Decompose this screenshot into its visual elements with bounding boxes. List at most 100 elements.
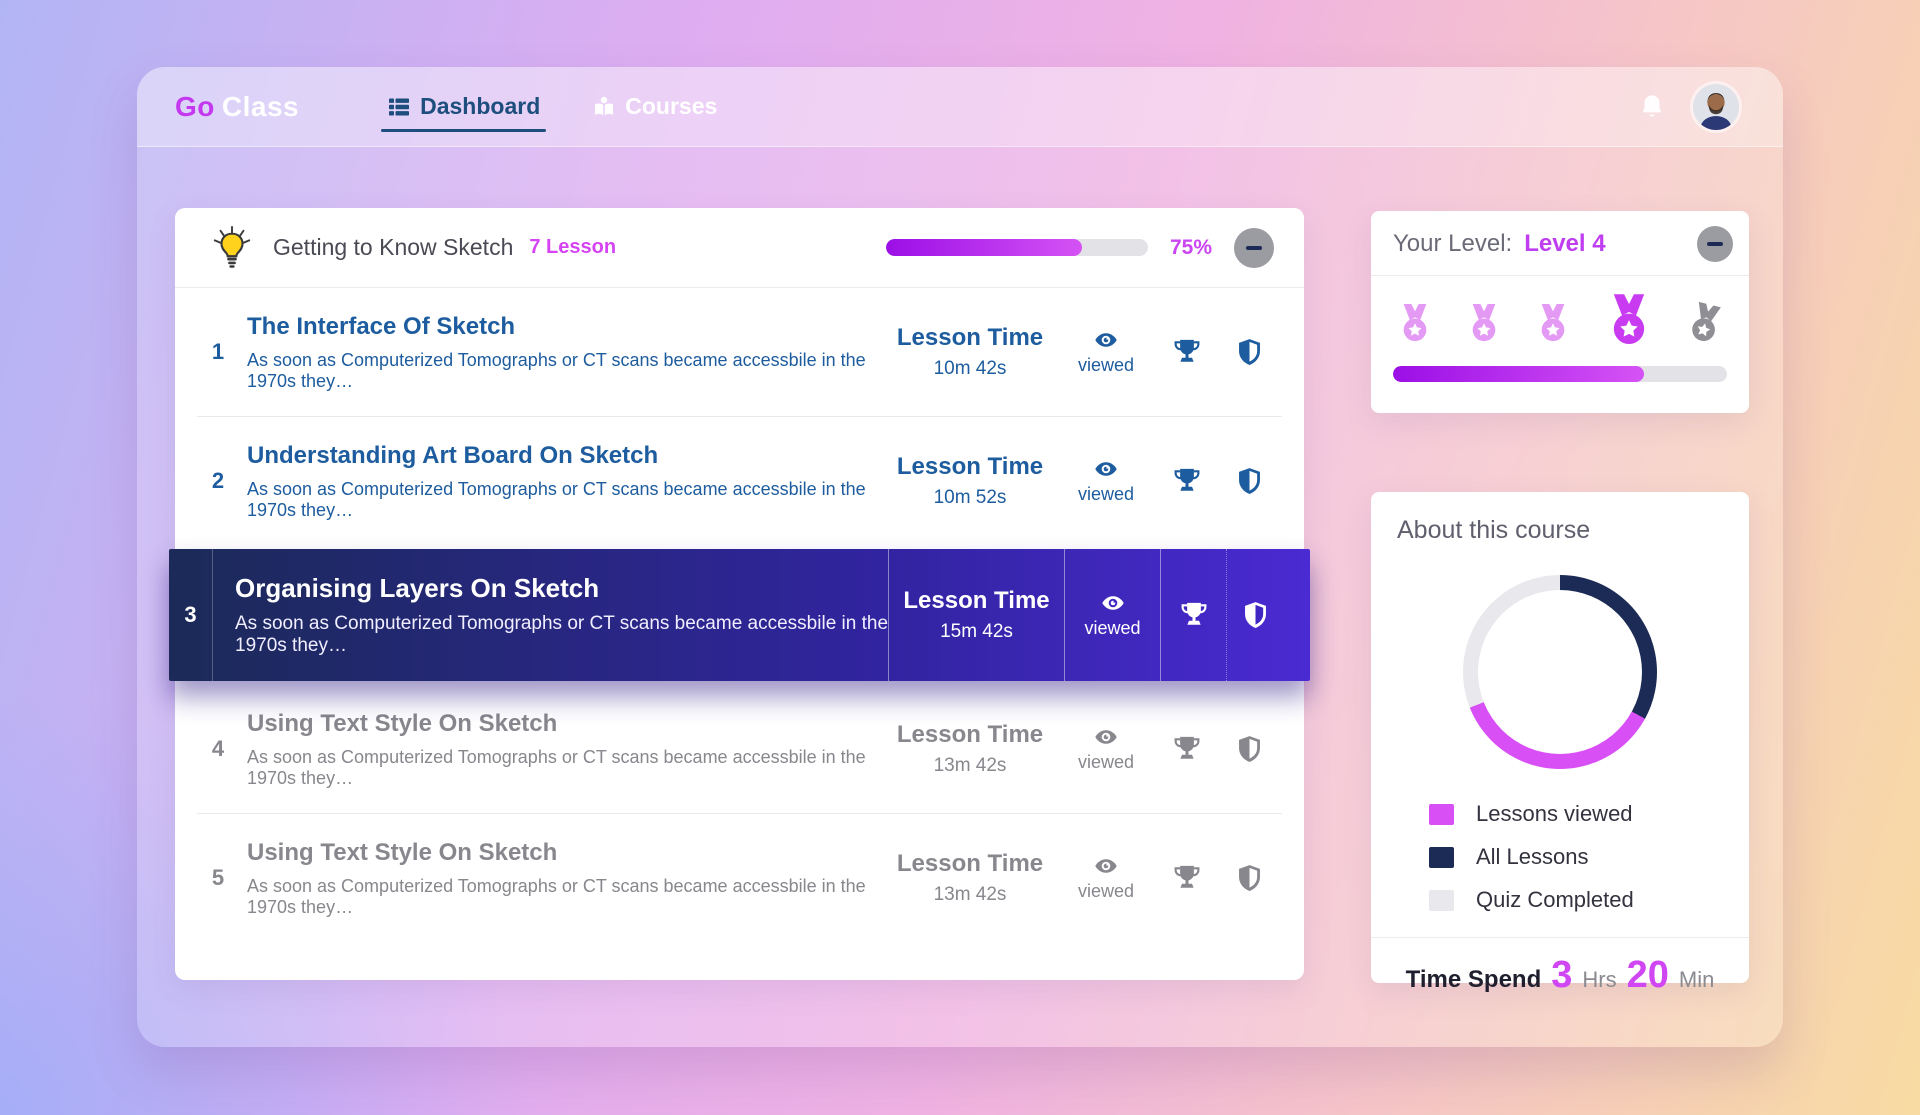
brand-logo[interactable]: Go Class: [175, 91, 299, 123]
course-donut: [1463, 575, 1657, 769]
viewed-label: viewed: [1077, 355, 1135, 375]
shield-icon[interactable]: [1242, 600, 1269, 630]
trophy-icon[interactable]: [1172, 734, 1202, 764]
lesson-row-4[interactable]: 4 Using Text Style On Sketch As soon as …: [175, 685, 1304, 813]
lesson-time-value: 10m 52s: [933, 487, 1007, 508]
about-title: About this course: [1397, 516, 1591, 544]
top-right-actions: [1639, 83, 1739, 130]
medal-icon-current: [1602, 292, 1656, 350]
legend-swatch: [1429, 846, 1454, 868]
viewed-label: viewed: [1077, 752, 1135, 772]
avatar[interactable]: [1693, 83, 1739, 130]
lesson-time-value: 13m 42s: [933, 755, 1007, 776]
medal-icon-locked: [1680, 298, 1729, 350]
lesson-time-label: Lesson Time: [896, 453, 1044, 480]
lesson-title[interactable]: Using Text Style On Sketch: [247, 839, 882, 867]
trophy-icon[interactable]: [1172, 863, 1202, 893]
brand-first: Go: [175, 90, 215, 122]
time-spend-minutes: 20: [1626, 954, 1669, 996]
lesson-title[interactable]: Understanding Art Board On Sketch: [247, 442, 882, 470]
trophy-icon[interactable]: [1172, 337, 1202, 367]
lesson-time-value: 15m 42s: [940, 621, 1013, 642]
your-level-card: Your Level: Level 4: [1371, 211, 1749, 413]
shield-icon[interactable]: [1236, 734, 1263, 764]
lesson-description: As soon as Computerized Tomographs or CT…: [247, 349, 866, 391]
lesson-count: 7 Lesson: [529, 236, 617, 258]
course-progress-group: 75%: [885, 227, 1274, 268]
viewed-label: viewed: [1077, 484, 1135, 504]
legend-swatch: [1429, 889, 1454, 911]
top-nav-bar: Go Class Dashboard Courses: [137, 67, 1783, 147]
course-lessons-card: Getting to Know Sketch 7 Lesson 75% 1 Th…: [169, 208, 1310, 980]
time-spend-minutes-unit: Min: [1678, 967, 1715, 992]
course-progress-fill: [885, 239, 1083, 256]
shield-icon[interactable]: [1236, 466, 1263, 496]
bell-icon[interactable]: [1639, 93, 1665, 121]
course-card-header: Getting to Know Sketch 7 Lesson 75%: [175, 208, 1304, 288]
legend-swatch: [1429, 803, 1454, 825]
medal-icon-earned-1: [1395, 302, 1435, 346]
legend-item-lessons-viewed: Lessons viewed: [1429, 801, 1749, 827]
lesson-list: 1 The Interface Of Sketch As soon as Com…: [169, 288, 1310, 942]
course-progress-percent: 75%: [1169, 235, 1212, 259]
time-spend-hours-unit: Hrs: [1582, 967, 1617, 992]
trophy-icon[interactable]: [1179, 600, 1209, 630]
lesson-title[interactable]: The Interface Of Sketch: [247, 313, 882, 341]
legend-item-quiz-completed: Quiz Completed: [1429, 887, 1749, 913]
level-label: Your Level:: [1393, 230, 1513, 257]
lesson-row-5[interactable]: 5 Using Text Style On Sketch As soon as …: [175, 814, 1304, 942]
collapse-level-button[interactable]: [1697, 226, 1733, 262]
eye-icon: [1090, 854, 1122, 878]
lesson-time-value: 13m 42s: [933, 884, 1007, 905]
eye-icon: [1090, 725, 1122, 749]
lesson-number: 5: [211, 865, 225, 890]
lesson-time-label: Lesson Time: [896, 721, 1044, 748]
nav-tab-courses[interactable]: Courses: [592, 67, 717, 146]
time-spend-hours: 3: [1551, 954, 1573, 996]
lesson-description: As soon as Computerized Tomographs or CT…: [247, 746, 866, 788]
level-progress-fill: [1393, 366, 1644, 382]
eye-icon: [1090, 457, 1122, 481]
main-nav: Dashboard Courses: [381, 67, 717, 146]
collapse-course-button[interactable]: [1234, 227, 1274, 268]
lesson-description: As soon as Computerized Tomographs or CT…: [247, 478, 866, 520]
lesson-title[interactable]: Using Text Style On Sketch: [247, 710, 882, 738]
time-spend-label: Time Spend: [1405, 966, 1542, 993]
medal-icon-earned-2: [1464, 302, 1504, 346]
list-icon: [387, 95, 411, 119]
brand-second: Class: [221, 90, 300, 122]
lesson-time-label: Lesson Time: [903, 587, 1050, 614]
lesson-description: As soon as Computerized Tomographs or CT…: [235, 613, 889, 656]
viewed-label: viewed: [1077, 881, 1135, 901]
eye-icon: [1097, 591, 1129, 615]
lesson-number: 4: [211, 736, 225, 761]
trophy-icon[interactable]: [1172, 466, 1202, 496]
lesson-time-value: 10m 42s: [933, 358, 1007, 379]
course-progress-bar: [885, 239, 1148, 256]
shield-icon[interactable]: [1236, 337, 1263, 367]
lightbulb-icon: [209, 225, 255, 271]
lesson-number: 1: [211, 339, 225, 364]
reader-icon: [592, 95, 616, 119]
time-spend-row: Time Spend 3 Hrs 20 Min: [1371, 937, 1749, 997]
level-value: Level 4: [1524, 230, 1606, 257]
lesson-description: As soon as Computerized Tomographs or CT…: [247, 875, 866, 917]
eye-icon: [1090, 328, 1122, 352]
nav-tab-dashboard[interactable]: Dashboard: [381, 67, 547, 146]
lesson-row-1[interactable]: 1 The Interface Of Sketch As soon as Com…: [175, 288, 1304, 416]
nav-tab-label: Courses: [625, 93, 718, 119]
legend-item-all-lessons: All Lessons: [1429, 844, 1749, 870]
level-progress-bar: [1393, 366, 1727, 382]
medal-row: [1371, 276, 1749, 346]
lesson-number: 2: [211, 468, 225, 493]
lesson-time-label: Lesson Time: [896, 324, 1044, 351]
nav-tab-label: Dashboard: [420, 93, 541, 119]
lesson-number: 3: [169, 549, 213, 681]
donut-legend: Lessons viewed All Lessons Quiz Complete…: [1429, 801, 1749, 913]
app-window: Go Class Dashboard Courses Getting to Kn…: [137, 67, 1783, 1047]
shield-icon[interactable]: [1236, 863, 1263, 893]
course-title: Getting to Know Sketch: [273, 234, 514, 260]
lesson-row-3-active[interactable]: 3 Organising Layers On Sketch As soon as…: [169, 549, 1310, 681]
lesson-title[interactable]: Organising Layers On Sketch: [235, 573, 888, 604]
lesson-row-2[interactable]: 2 Understanding Art Board On Sketch As s…: [175, 417, 1304, 545]
